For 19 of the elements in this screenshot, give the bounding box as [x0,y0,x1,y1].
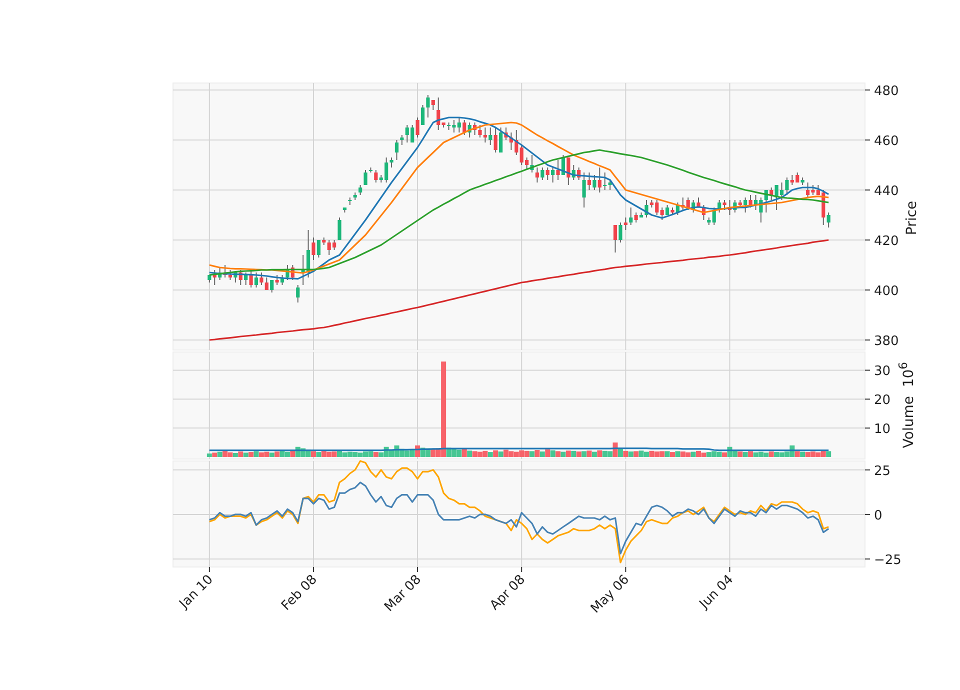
candlestick [342,207,346,213]
axis-tick-label: Mar 08 [382,572,424,615]
axis-tick-label: 380 [874,334,899,349]
axis-tick-label: 0 [874,508,882,524]
axis-tick-label: −25 [874,552,902,568]
axis-tick-label: 440 [874,184,899,199]
axis-tick-label: Feb 08 [278,572,320,614]
axis-tick-label: Jan 10 [176,572,216,612]
axis-tick-label: Apr 08 [487,572,528,614]
axis-tick-label: 25 [874,464,891,479]
axis-tick-label: 420 [874,234,899,249]
axis-tick-label: 10 [874,422,891,438]
axis-tick-label: 20 [874,393,891,408]
axis-label: Price [905,200,919,236]
axis-tick-label: 460 [874,134,899,149]
axis-tick-label: 400 [874,284,899,299]
axis-tick-label: Jun 04 [696,572,737,612]
axis-tick-label: 30 [874,364,891,380]
axis-tick-label: 480 [874,84,899,99]
